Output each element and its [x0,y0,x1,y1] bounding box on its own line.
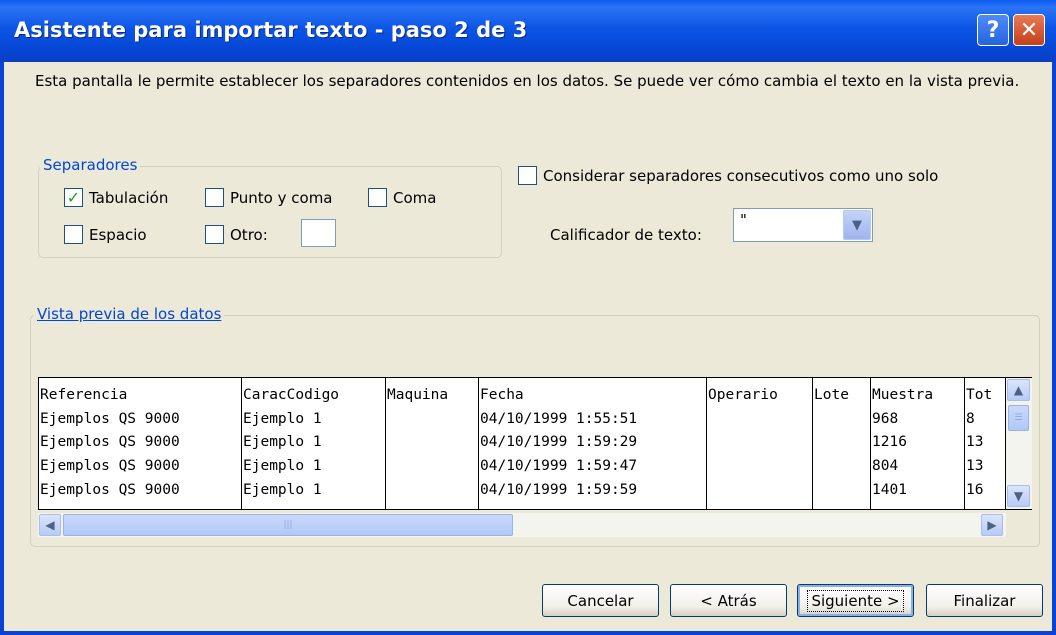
preview-cell: 04/10/1999 1:59:59 [480,481,638,498]
preview-column[interactable]: Lote [813,378,871,509]
cancel-button[interactable]: Cancelar [542,584,659,617]
preview-header-cell: Fecha [480,387,524,403]
preview-cell [707,431,812,455]
tab-check-icon: ✓ [64,188,83,207]
preview-cell: Ejemplos QS 9000 [40,458,180,475]
preview-cell [707,479,812,503]
wizard-description: Esta pantalla le permite establecer los … [35,72,1020,90]
preview-column[interactable]: CaracCodigo Ejemplo 1 Ejemplo 1 Ejemplo 1 Ej… [242,378,386,509]
separators-legend: Separadores [40,156,141,174]
text-qualifier-select[interactable]: " ▼ [733,208,873,242]
preview-cell: 968 [872,410,899,427]
preview-cell [386,455,478,479]
preview-header-cell: Tot [966,387,993,403]
scroll-down-icon[interactable]: ▼ [1007,485,1030,507]
chevron-down-icon[interactable]: ▼ [843,210,871,240]
preview-cell: Ejemplos QS 9000 [40,410,180,427]
preview-cell: 8 [966,410,975,427]
preview-cell: Ejemplo 1 [243,481,322,498]
preview-column[interactable]: Referencia Ejemplos QS 9000 Ejemplos QS 90… [39,378,242,509]
back-button[interactable]: < Atrás [670,584,787,617]
semicolon-label: Punto y coma [230,188,333,207]
preview-header-cell: Muestra [872,387,934,403]
preview-cell: Ejemplo 1 [243,434,322,451]
help-button[interactable]: ? [977,14,1009,46]
comma-checkbox[interactable]: Coma [368,188,436,207]
preview-cell: 04/10/1999 1:59:29 [480,434,638,451]
preview-cell [386,408,478,432]
close-button[interactable]: ✕ [1013,14,1045,46]
preview-cell [813,479,870,503]
preview-cell [813,431,870,455]
preview-cell [707,455,812,479]
preview-cell: Ejemplo 1 [243,410,322,427]
preview-cell [707,408,812,432]
preview-cell: 13 [966,458,984,475]
preview-header-cell: Lote [814,387,849,403]
scroll-right-icon[interactable]: ▶ [981,514,1003,536]
space-label: Espacio [89,225,147,244]
text-qualifier-value: " [740,211,747,229]
preview-column[interactable]: Fecha 04/10/1999 1:55:51 04/10/1999 1:59:2… [479,378,707,509]
preview-column[interactable]: Tot 8 13 13 16 [965,378,1007,509]
preview-cell [386,431,478,455]
other-separator-input[interactable] [301,219,336,247]
data-preview-grid[interactable]: Referencia Ejemplos QS 9000 Ejemplos QS 90… [38,377,1006,510]
preview-column[interactable]: Muestra 968 1216 804 1401 [871,378,965,509]
preview-cell [813,455,870,479]
consecutive-separators-checkbox[interactable]: Considerar separadores consecutivos como… [518,166,938,185]
preview-cell: 04/10/1999 1:55:51 [480,410,638,427]
other-checkbox[interactable]: Otro: [205,225,268,244]
preview-header-cell: Referencia [40,387,128,403]
semicolon-checkbox[interactable]: Punto y coma [205,188,333,207]
preview-legend: Vista previa de los datos [34,305,225,323]
preview-cell: Ejemplos QS 9000 [40,434,180,451]
preview-column[interactable]: Operario [707,378,813,509]
preview-header-cell: CaracCodigo [243,387,340,403]
window-title: Asistente para importar texto - paso 2 d… [14,18,528,42]
preview-column[interactable]: Maquina [386,378,479,509]
preview-header-cell: Maquina [387,387,449,403]
preview-header-cell: Operario [708,387,778,403]
import-wizard-dialog: Asistente para importar texto - paso 2 d… [0,0,1056,635]
separators-group [38,166,502,258]
horizontal-scrollbar[interactable]: ◀ ||| ▶ [38,513,1006,537]
text-qualifier-label: Calificador de texto: [550,226,702,244]
scroll-up-icon[interactable]: ▲ [1007,379,1030,401]
preview-cell: 04/10/1999 1:59:47 [480,458,638,475]
preview-cell: 804 [872,458,899,475]
space-checkbox[interactable]: Espacio [64,225,147,244]
other-label: Otro: [230,225,268,244]
preview-cell: 1216 [872,434,907,451]
next-button[interactable]: Siguiente > [797,584,914,617]
vertical-scroll-thumb[interactable]: ☰ [1008,405,1029,431]
scroll-left-icon[interactable]: ◀ [39,514,61,536]
vertical-scrollbar[interactable]: ▲ ☰ ▼ [1006,377,1032,510]
finish-button[interactable]: Finalizar [926,584,1043,617]
preview-cell: Ejemplo 1 [243,458,322,475]
preview-cell [813,408,870,432]
preview-cell: 13 [966,434,984,451]
title-bar[interactable]: Asistente para importar texto - paso 2 d… [0,0,1056,62]
preview-cell: Ejemplos QS 9000 [40,481,180,498]
consecutive-label: Considerar separadores consecutivos como… [543,166,939,185]
preview-cell [386,479,478,503]
preview-cell: 16 [966,481,984,498]
comma-label: Coma [393,188,437,207]
tab-checkbox[interactable]: ✓ Tabulación [64,188,168,207]
preview-cell: 1401 [872,481,907,498]
tab-label: Tabulación [89,188,169,207]
horizontal-scroll-thumb[interactable]: ||| [63,514,513,536]
